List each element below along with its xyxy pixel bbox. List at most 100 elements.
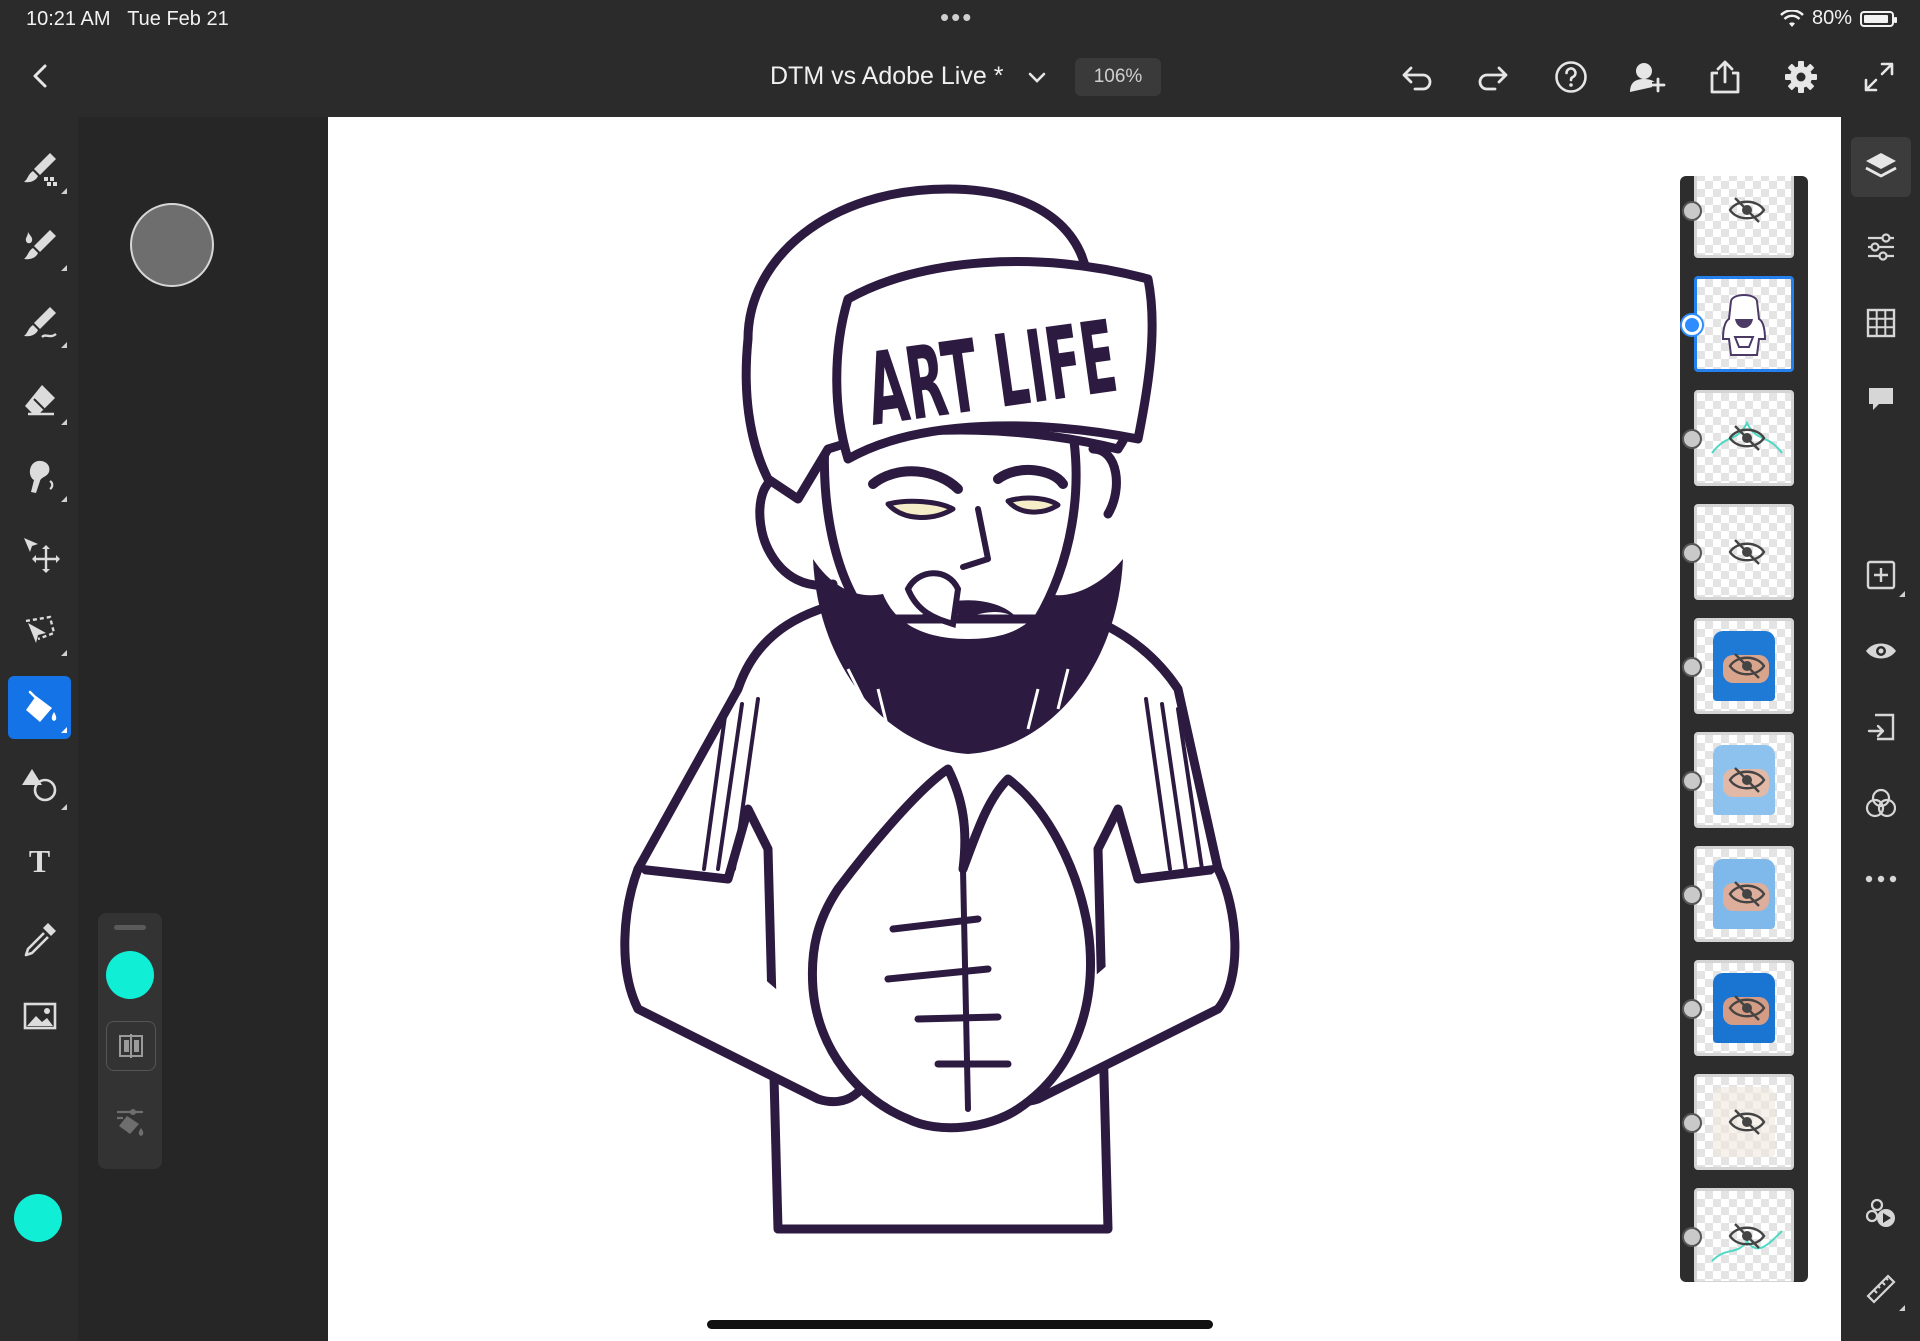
fill-mode-button[interactable] xyxy=(106,1021,156,1071)
place-image-tool[interactable] xyxy=(8,984,71,1047)
layer-radio[interactable] xyxy=(1682,999,1702,1019)
layer-thumbnail[interactable] xyxy=(1682,276,1794,372)
layer-radio[interactable] xyxy=(1682,657,1702,677)
live-brush-icon xyxy=(23,229,56,259)
fullscreen-button[interactable] xyxy=(1860,58,1898,96)
layer-radio[interactable] xyxy=(1682,543,1702,563)
layer-thumbnail[interactable] xyxy=(1682,1188,1794,1282)
fill-settings-button[interactable] xyxy=(106,1099,154,1147)
visibility-icon xyxy=(1866,643,1896,659)
redo-button[interactable] xyxy=(1474,58,1512,96)
settings-button[interactable] xyxy=(1782,58,1820,96)
layer-thumbnail[interactable] xyxy=(1682,618,1794,714)
help-button[interactable] xyxy=(1552,58,1590,96)
undo-icon xyxy=(1402,66,1432,91)
layer-radio[interactable] xyxy=(1682,1227,1702,1247)
layer-thumbnail[interactable] xyxy=(1682,960,1794,1056)
livestream-icon xyxy=(1865,1198,1895,1227)
smudge-icon xyxy=(29,460,53,493)
tool-bar: T xyxy=(0,117,78,1341)
more-icon xyxy=(1865,875,1897,883)
layer-radio[interactable] xyxy=(1682,201,1702,221)
tool-options-panel xyxy=(78,117,328,1341)
layer-thumbnail[interactable] xyxy=(1682,390,1794,486)
eraser-tool[interactable] xyxy=(8,368,71,431)
layer-thumbnail[interactable] xyxy=(1682,846,1794,942)
pixel-brush-tool[interactable] xyxy=(8,137,71,200)
chevron-down-icon xyxy=(1028,72,1046,83)
layer-thumbnail[interactable] xyxy=(1682,732,1794,828)
fill-mode-icon xyxy=(119,1034,143,1058)
fill-color-swatch[interactable] xyxy=(106,951,154,999)
blend-icon xyxy=(1865,788,1897,818)
more-button[interactable] xyxy=(1857,855,1905,903)
home-indicator[interactable] xyxy=(707,1320,1213,1329)
smudge-tool[interactable] xyxy=(8,445,71,508)
ruler-icon xyxy=(1866,1274,1896,1304)
blend-button[interactable] xyxy=(1857,779,1905,827)
vector-brush-tool[interactable] xyxy=(8,291,71,354)
add-layer-icon xyxy=(1866,560,1896,590)
shapes-icon xyxy=(21,768,56,801)
help-icon xyxy=(1555,61,1587,93)
drag-handle[interactable] xyxy=(114,925,146,930)
invite-button[interactable] xyxy=(1628,58,1666,96)
live-brush-tool[interactable] xyxy=(8,214,71,277)
selection-tool[interactable] xyxy=(8,599,71,662)
eyedropper-tool[interactable] xyxy=(8,907,71,970)
import-icon xyxy=(1867,713,1895,741)
layer-thumbnail[interactable] xyxy=(1682,176,1794,258)
grid-button[interactable] xyxy=(1857,299,1905,347)
status-bar: 10:21 AM Tue Feb 21 ••• 80% xyxy=(0,0,1920,38)
status-time: 10:21 AM Tue Feb 21 xyxy=(26,8,229,30)
layers-button[interactable] xyxy=(1851,137,1911,197)
text-tool[interactable]: T xyxy=(8,830,71,893)
eye-hidden-icon[interactable] xyxy=(1727,195,1767,225)
layer-thumbnail[interactable] xyxy=(1682,504,1794,600)
comments-icon xyxy=(1869,388,1893,410)
layer-radio[interactable] xyxy=(1682,1113,1702,1133)
eye-hidden-icon[interactable] xyxy=(1727,1221,1767,1251)
fill-tool[interactable] xyxy=(8,676,71,739)
import-button[interactable] xyxy=(1857,703,1905,751)
eye-hidden-icon[interactable] xyxy=(1727,993,1767,1023)
battery-percent: 80% xyxy=(1811,7,1852,29)
lasso-icon xyxy=(25,615,55,643)
pixel-brush-icon xyxy=(23,152,57,186)
share-button[interactable] xyxy=(1706,58,1744,96)
document-menu-button[interactable] xyxy=(1025,66,1049,90)
eye-hidden-icon[interactable] xyxy=(1727,879,1767,909)
zoom-level[interactable]: 106% xyxy=(1075,58,1161,96)
eye-hidden-icon[interactable] xyxy=(1727,651,1767,681)
ruler-button[interactable] xyxy=(1857,1265,1905,1313)
adjustments-button[interactable] xyxy=(1857,223,1905,271)
right-toolbar xyxy=(1841,117,1920,1341)
eye-hidden-icon[interactable] xyxy=(1727,423,1767,453)
back-button[interactable] xyxy=(24,58,58,94)
eye-hidden-icon[interactable] xyxy=(1727,537,1767,567)
layers-panel xyxy=(1680,176,1808,1282)
shapes-tool[interactable] xyxy=(8,753,71,816)
grid-icon xyxy=(1866,308,1896,338)
layer-radio[interactable] xyxy=(1682,885,1702,905)
layer-thumbnail[interactable] xyxy=(1682,1074,1794,1170)
share-icon xyxy=(1710,60,1740,94)
add-layer-button[interactable] xyxy=(1857,551,1905,599)
visibility-button[interactable] xyxy=(1857,627,1905,675)
canvas[interactable]: ART LIFE xyxy=(328,117,1841,1341)
current-color-swatch[interactable] xyxy=(14,1194,62,1242)
status-right: 80% xyxy=(1780,7,1897,30)
undo-button[interactable] xyxy=(1398,58,1436,96)
eye-hidden-icon[interactable] xyxy=(1727,1107,1767,1137)
document-title[interactable]: DTM vs Adobe Live * xyxy=(770,62,1003,91)
livestream-button[interactable] xyxy=(1857,1189,1905,1237)
eye-hidden-icon[interactable] xyxy=(1727,765,1767,795)
layer-radio[interactable] xyxy=(1682,429,1702,449)
brush-size-preview[interactable] xyxy=(130,203,214,287)
transform-tool[interactable] xyxy=(8,522,71,585)
layer-radio-selected[interactable] xyxy=(1682,315,1702,335)
vector-brush-icon xyxy=(23,306,57,338)
comments-button[interactable] xyxy=(1857,375,1905,423)
multitask-dots[interactable]: ••• xyxy=(940,2,973,33)
layer-radio[interactable] xyxy=(1682,771,1702,791)
